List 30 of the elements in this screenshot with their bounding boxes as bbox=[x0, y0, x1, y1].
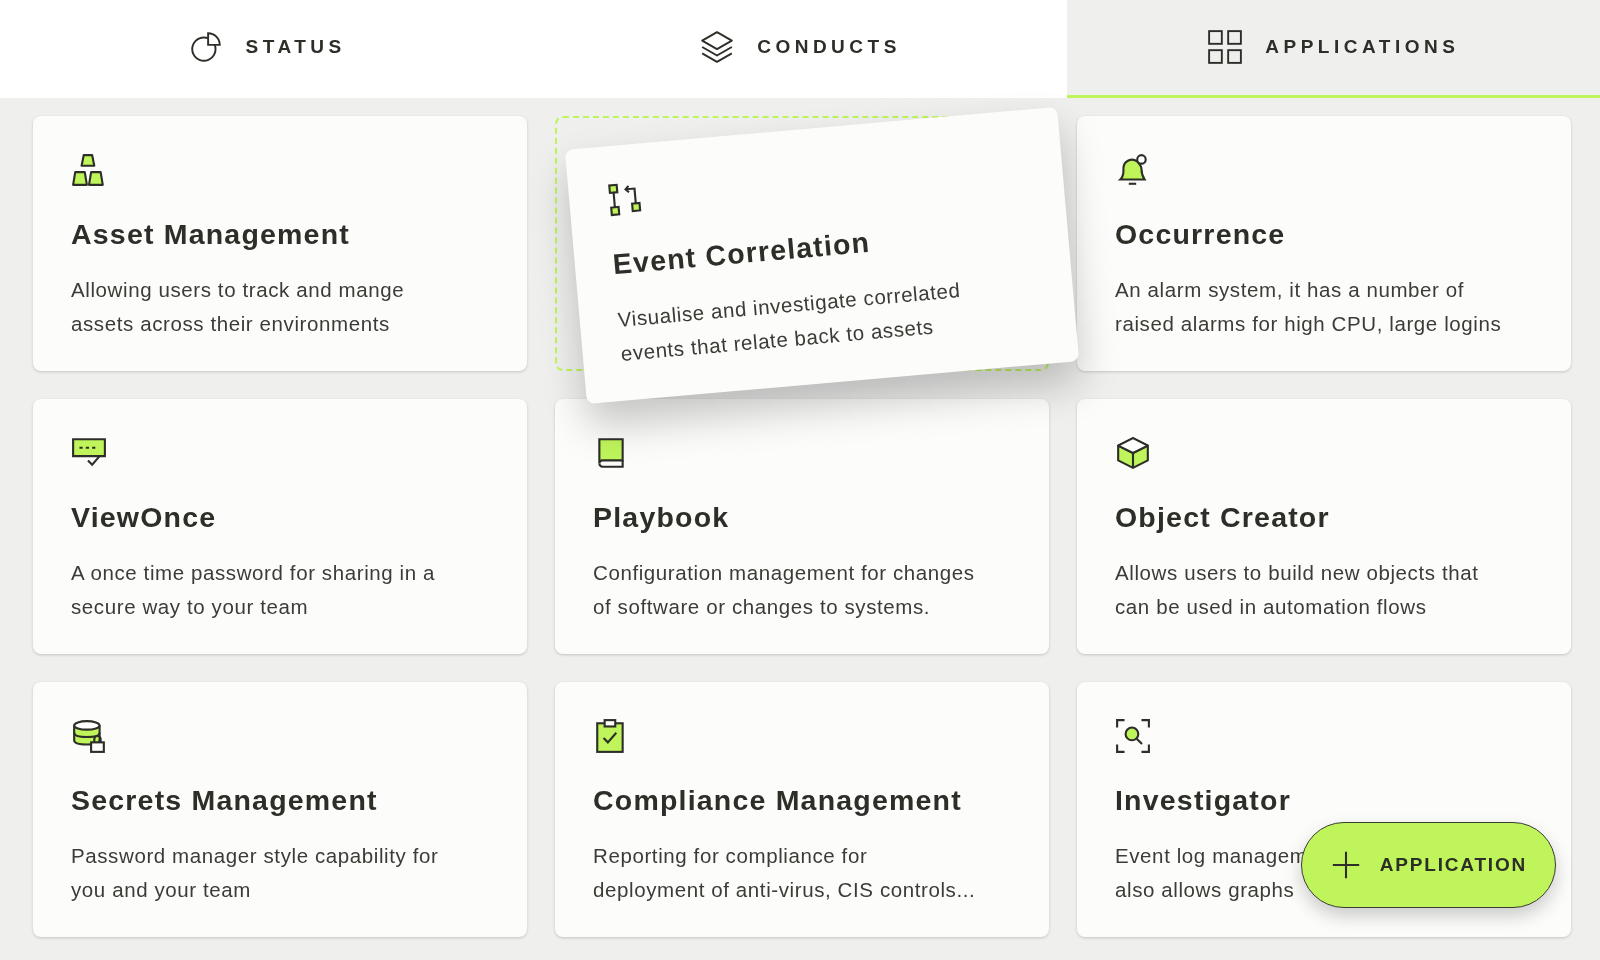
card-title: Object Creator bbox=[1115, 501, 1331, 534]
card-title: Asset Management bbox=[71, 218, 351, 251]
application-card[interactable]: Occurrence An alarm system, it has a number of raised alarms for high CPU, large logins bbox=[1077, 116, 1571, 371]
application-card[interactable]: Playbook Configuration management for changes of software or changes to systems. bbox=[555, 399, 1049, 654]
card-title: Investigator bbox=[1115, 784, 1292, 817]
card-description: An alarm system, it has a number of raised alarms for high CPU, large logins bbox=[1115, 277, 1502, 337]
application-card[interactable]: Compliance Management Reporting for compliance for deployment of anti-virus, CIS controls... bbox=[555, 682, 1049, 937]
tab[interactable]: APPLICATIONS bbox=[1066, 0, 1600, 98]
card-title: Playbook bbox=[593, 501, 731, 534]
application-card[interactable]: Secrets Management Password manager style capability for you and your team bbox=[33, 682, 527, 937]
database-lock-icon bbox=[71, 718, 107, 754]
card-description: Password manager style capability for you and your team bbox=[71, 843, 439, 903]
layers-icon bbox=[699, 29, 736, 66]
card-title: Occurrence bbox=[1115, 218, 1287, 251]
ingots-icon bbox=[71, 152, 107, 188]
card-description: Allows users to build new objects that can be used in automation flows bbox=[1115, 560, 1479, 620]
card-description: A once time password for sharing in a secure way to your team bbox=[71, 560, 436, 620]
application-card[interactable]: Object Creator Allows users to build new objects that can be used in automation flows bbox=[1077, 399, 1571, 654]
grid-icon bbox=[1207, 29, 1244, 66]
card-title: ViewOnce bbox=[71, 501, 218, 534]
application-card[interactable]: ViewOnce A once time password for sharing in a secure way to your team bbox=[33, 399, 527, 654]
cube-icon bbox=[1115, 435, 1151, 471]
card-title: Compliance Management bbox=[593, 784, 963, 817]
card-description: Reporting for compliance for deployment of anti-virus, CIS controls... bbox=[593, 843, 976, 903]
application-card[interactable]: Asset Management Allowing users to track and mange assets across their environments bbox=[33, 116, 527, 371]
card-description: Configuration management for changes of software or changes to systems. bbox=[593, 560, 975, 620]
card-title: Secrets Management bbox=[71, 784, 379, 817]
scan-search-icon bbox=[1115, 718, 1151, 754]
card-description: Allowing users to track and mange assets across their environments bbox=[71, 277, 405, 337]
application-card[interactable]: Event Correlation Visualise and investigate correlated events that relate back to assets bbox=[564, 106, 1080, 405]
